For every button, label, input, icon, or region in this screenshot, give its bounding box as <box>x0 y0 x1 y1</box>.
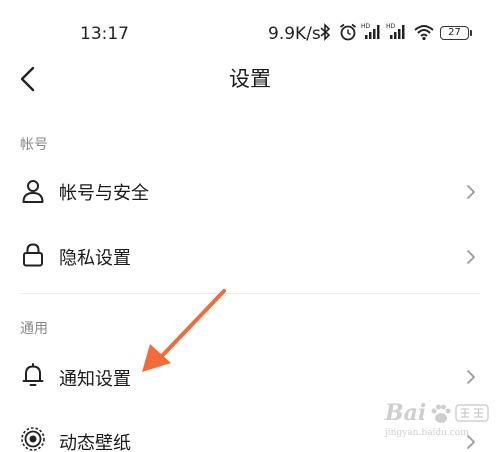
svg-text:HD: HD <box>386 23 396 30</box>
person-icon <box>22 180 44 203</box>
baidu-jingyan-watermark: Bai jingyan.baidu.com <box>385 398 493 442</box>
settings-item-notifications[interactable]: 通知设置 <box>0 347 500 403</box>
watermark-brand: Bai <box>385 400 427 426</box>
settings-item-account-security[interactable]: 帐号与安全 <box>0 163 500 219</box>
signal-hd-icon-2: HD <box>386 23 405 39</box>
section-title-account: 帐号 <box>20 137 48 153</box>
watermark-site: jingyan.baidu.com <box>385 428 469 438</box>
section-title-general: 通用 <box>20 321 48 337</box>
paw-logo <box>431 404 451 423</box>
settings-item-privacy[interactable]: 隐私设置 <box>0 228 500 284</box>
chevron-right-icon <box>467 185 475 199</box>
settings-item-label: 通知设置 <box>59 369 131 390</box>
settings-item-label: 隐私设置 <box>59 248 131 269</box>
bell-icon <box>22 363 44 386</box>
settings-item-label: 帐号与安全 <box>59 183 149 204</box>
wallpaper-icon <box>21 427 45 451</box>
status-time: 13:17 <box>80 24 129 44</box>
network-speed: 9.9K/s <box>268 24 321 44</box>
section-divider <box>20 293 480 294</box>
chevron-right-icon <box>467 370 475 384</box>
chevron-right-icon <box>467 250 475 264</box>
watermark-seal-logo <box>455 404 489 422</box>
bluetooth-icon <box>320 23 331 41</box>
status-bar: 13:17 9.9K/s HD HD 27 <box>0 0 500 60</box>
alarm-icon <box>339 23 357 41</box>
svg-text:HD: HD <box>361 23 371 30</box>
settings-screen: 13:17 9.9K/s HD HD 27 设置 帐号 帐号与安全 隐私设置 通… <box>0 0 500 452</box>
battery-tip <box>470 30 472 36</box>
page-title: 设置 <box>229 67 271 91</box>
battery-icon: 27 <box>440 26 469 40</box>
lock-icon <box>23 243 43 267</box>
settings-item-label: 动态壁纸 <box>59 433 131 452</box>
signal-hd-icon: HD <box>361 23 380 39</box>
wifi-icon <box>414 25 434 41</box>
